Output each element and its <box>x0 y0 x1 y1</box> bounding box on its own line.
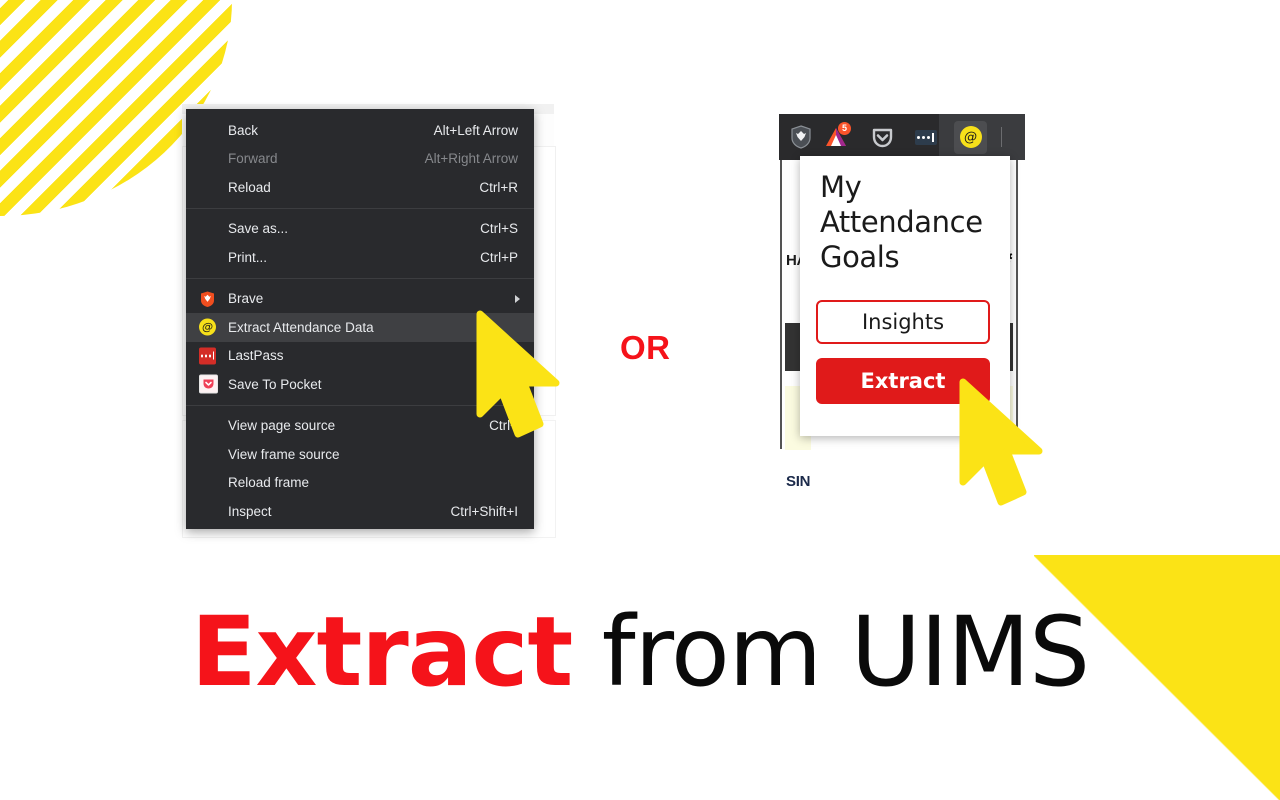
popup-title: My Attendance Goals <box>820 170 983 274</box>
menu-separator <box>186 404 534 406</box>
context-menu-screenshot: Back Alt+Left Arrow Forward Alt+Right Arrow… <box>182 104 560 538</box>
menu-item-shortcut: Ctrl+R <box>479 179 518 195</box>
menu-item-label: Print... <box>228 249 268 265</box>
menu-separator <box>186 207 534 209</box>
extension-popup: My Attendance Goals Insights Extract <box>800 156 1010 436</box>
menu-item-shortcut: Ctrl+S <box>480 221 518 237</box>
menu-item-inspect[interactable]: Inspect Ctrl+Shift+I <box>186 497 534 526</box>
brave-shield-icon[interactable] <box>784 121 817 154</box>
menu-item-shortcut: Ctrl+Shift+I <box>450 503 518 519</box>
lastpass-icon[interactable] <box>909 121 942 154</box>
menu-separator <box>186 277 534 279</box>
menu-item-brave[interactable]: Brave <box>186 285 534 314</box>
menu-item-extract-attendance-data[interactable]: @ Extract Attendance Data <box>186 313 534 342</box>
browser-toolbar: 5 @ <box>779 114 1025 160</box>
extract-attendance-extension-icon[interactable]: @ <box>954 120 987 154</box>
menu-item-label: Save To Pocket <box>228 376 322 392</box>
brave-rewards-icon[interactable]: 5 <box>819 121 852 154</box>
brave-lion-icon <box>199 290 216 307</box>
menu-item-label: View frame source <box>228 446 340 462</box>
extract-button[interactable]: Extract <box>816 358 990 405</box>
or-divider-label: OR <box>620 329 671 366</box>
menu-item-label: View page source <box>228 418 336 434</box>
toolbar-divider <box>1001 127 1002 147</box>
menu-item-reload[interactable]: Reload Ctrl+R <box>186 173 534 202</box>
menu-item-label: Inspect <box>228 503 272 519</box>
menu-item-label: Extract Attendance Data <box>228 319 374 335</box>
extension-glyph: @ <box>959 126 982 148</box>
menu-item-save-to-pocket[interactable]: Save To Pocket <box>186 370 534 399</box>
pocket-icon[interactable] <box>866 121 899 154</box>
headline-highlight: Extract <box>190 596 573 708</box>
menu-item-lastpass[interactable]: LastPass <box>186 342 534 371</box>
page-title: Extract from UIMS <box>0 599 1280 706</box>
headline-rest: from UIMS <box>572 596 1090 708</box>
lastpass-glyph <box>914 129 937 145</box>
menu-item-label: Reload frame <box>228 475 310 491</box>
menu-item-label: Brave <box>228 291 264 307</box>
menu-item-print[interactable]: Print... Ctrl+P <box>186 243 534 272</box>
menu-item-save-as[interactable]: Save as... Ctrl+S <box>186 215 534 244</box>
menu-item-shortcut: Alt+Right Arrow <box>424 151 518 167</box>
chevron-right-icon <box>515 294 520 303</box>
lastpass-icon <box>199 347 216 365</box>
menu-item-view-page-source[interactable]: View page source Ctrl+ <box>186 412 534 441</box>
menu-item-shortcut: Ctrl+P <box>480 249 518 265</box>
menu-item-reload-frame[interactable]: Reload frame <box>186 469 534 498</box>
rewards-badge-count: 5 <box>838 121 851 135</box>
extension-popup-screenshot: HA ⚙ SIN <box>779 114 1043 506</box>
menu-item-back[interactable]: Back Alt+Left Arrow <box>186 116 534 145</box>
insights-button[interactable]: Insights <box>816 300 990 345</box>
menu-item-label: Reload <box>228 179 271 195</box>
extract-attendance-extension-icon: @ <box>199 318 216 336</box>
menu-item-label: LastPass <box>228 348 284 364</box>
menu-item-label: Save as... <box>228 221 289 237</box>
menu-item-view-frame-source[interactable]: View frame source <box>186 440 534 469</box>
popup-button-group: Insights Extract <box>816 300 994 405</box>
menu-item-label: Back <box>228 122 259 138</box>
browser-context-menu[interactable]: Back Alt+Left Arrow Forward Alt+Right Arrow… <box>186 109 534 529</box>
page-text-bottom: SIN <box>786 473 811 490</box>
pocket-icon <box>199 374 218 394</box>
slide-canvas: Back Alt+Left Arrow Forward Alt+Right Arrow… <box>0 0 1280 800</box>
menu-item-shortcut: Alt+Left Arrow <box>433 122 518 138</box>
menu-item-shortcut: Ctrl+ <box>489 418 518 434</box>
menu-item-label: Forward <box>228 151 278 167</box>
menu-item-forward: Forward Alt+Right Arrow <box>186 145 534 174</box>
